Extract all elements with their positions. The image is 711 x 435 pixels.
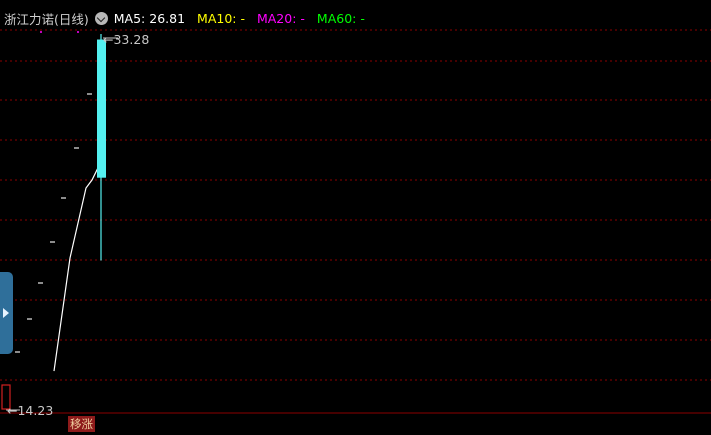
kline-chart [0, 29, 711, 414]
expand-circle-icon[interactable] [94, 11, 108, 25]
ma20-label: MA20: - [256, 10, 305, 26]
marker-dots [40, 31, 79, 33]
chart-legend: 浙江力诺(日线) MA5: 26.81 MA10: - MA20: - MA60… [4, 9, 377, 27]
stock-title: 浙江力诺(日线) [4, 11, 89, 27]
high-price-label: ←33.28 [103, 32, 150, 47]
candle-1 [97, 34, 106, 261]
ma10-label: MA10: - [197, 10, 245, 26]
low-price-label: ←14.23 [7, 403, 54, 418]
grid-lines [0, 60, 711, 381]
side-expand-tab[interactable] [0, 272, 13, 354]
ma5-label: MA5: 26.81 [113, 10, 186, 26]
badge-button[interactable]: 移涨 [68, 416, 95, 432]
price-tick-marks [15, 93, 92, 353]
ma60-label: MA60: - [316, 10, 365, 26]
